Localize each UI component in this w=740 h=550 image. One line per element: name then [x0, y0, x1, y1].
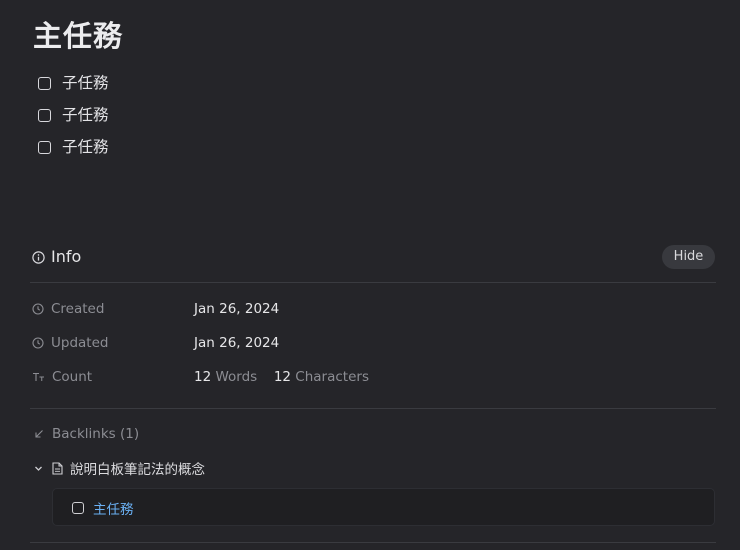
count-label: Count — [52, 369, 93, 385]
divider — [30, 542, 716, 543]
todo-checkbox[interactable] — [38, 108, 51, 122]
todo-item: 子任務 — [38, 71, 109, 95]
created-value: Jan 26, 2024 — [194, 301, 280, 317]
todo-label[interactable]: 子任務 — [62, 71, 109, 95]
page-title[interactable]: 主任務 — [33, 16, 123, 56]
updated-value: Jan 26, 2024 — [194, 335, 280, 351]
updated-row: Updated Jan 26, 2024 — [32, 333, 712, 353]
count-value: 12 Words 12 Characters — [194, 369, 369, 385]
todo-checkbox[interactable] — [38, 140, 51, 154]
backlink-item: 主任務 — [72, 498, 134, 518]
text-size-icon — [32, 371, 45, 383]
editor-page: 主任務 子任務 子任務 子任務 Info Hide Created Jan 26… — [0, 0, 740, 550]
backlinks-title: Backlinks (1) — [52, 426, 140, 442]
todo-item: 子任務 — [38, 103, 109, 127]
word-count: 12 — [194, 369, 212, 385]
todo-label[interactable]: 子任務 — [62, 135, 109, 159]
todo-checkbox[interactable] — [38, 76, 51, 90]
info-title: Info — [51, 247, 82, 266]
char-count: 12 — [273, 369, 291, 385]
arrow-down-left-icon — [34, 429, 44, 439]
backlinks-header: Backlinks (1) — [34, 424, 139, 444]
backlink-doc[interactable]: 說明白板筆記法的概念 — [34, 458, 205, 478]
backlink-checkbox[interactable] — [72, 502, 84, 514]
backlink-link[interactable]: 主任務 — [93, 498, 134, 518]
updated-key: Updated — [32, 335, 194, 351]
info-icon — [32, 250, 45, 264]
clock-icon — [32, 337, 44, 349]
todo-label[interactable]: 子任務 — [62, 103, 109, 127]
todo-item: 子任務 — [38, 135, 109, 159]
created-label: Created — [51, 301, 105, 317]
created-key: Created — [32, 301, 194, 317]
count-key: Count — [32, 369, 194, 385]
clock-icon — [32, 303, 44, 315]
info-header: Info — [32, 245, 81, 269]
updated-label: Updated — [51, 335, 109, 351]
divider — [30, 282, 716, 283]
divider — [30, 408, 716, 409]
backlink-card: 主任務 — [52, 488, 715, 526]
created-row: Created Jan 26, 2024 — [32, 299, 712, 319]
char-unit: Characters — [295, 369, 369, 385]
document-icon — [52, 461, 63, 475]
count-row: Count 12 Words 12 Characters — [32, 367, 712, 387]
word-unit: Words — [215, 369, 258, 385]
hide-button[interactable]: Hide — [662, 245, 715, 269]
backlink-doc-title[interactable]: 說明白板筆記法的概念 — [70, 458, 205, 478]
chevron-down-icon[interactable] — [34, 464, 43, 473]
